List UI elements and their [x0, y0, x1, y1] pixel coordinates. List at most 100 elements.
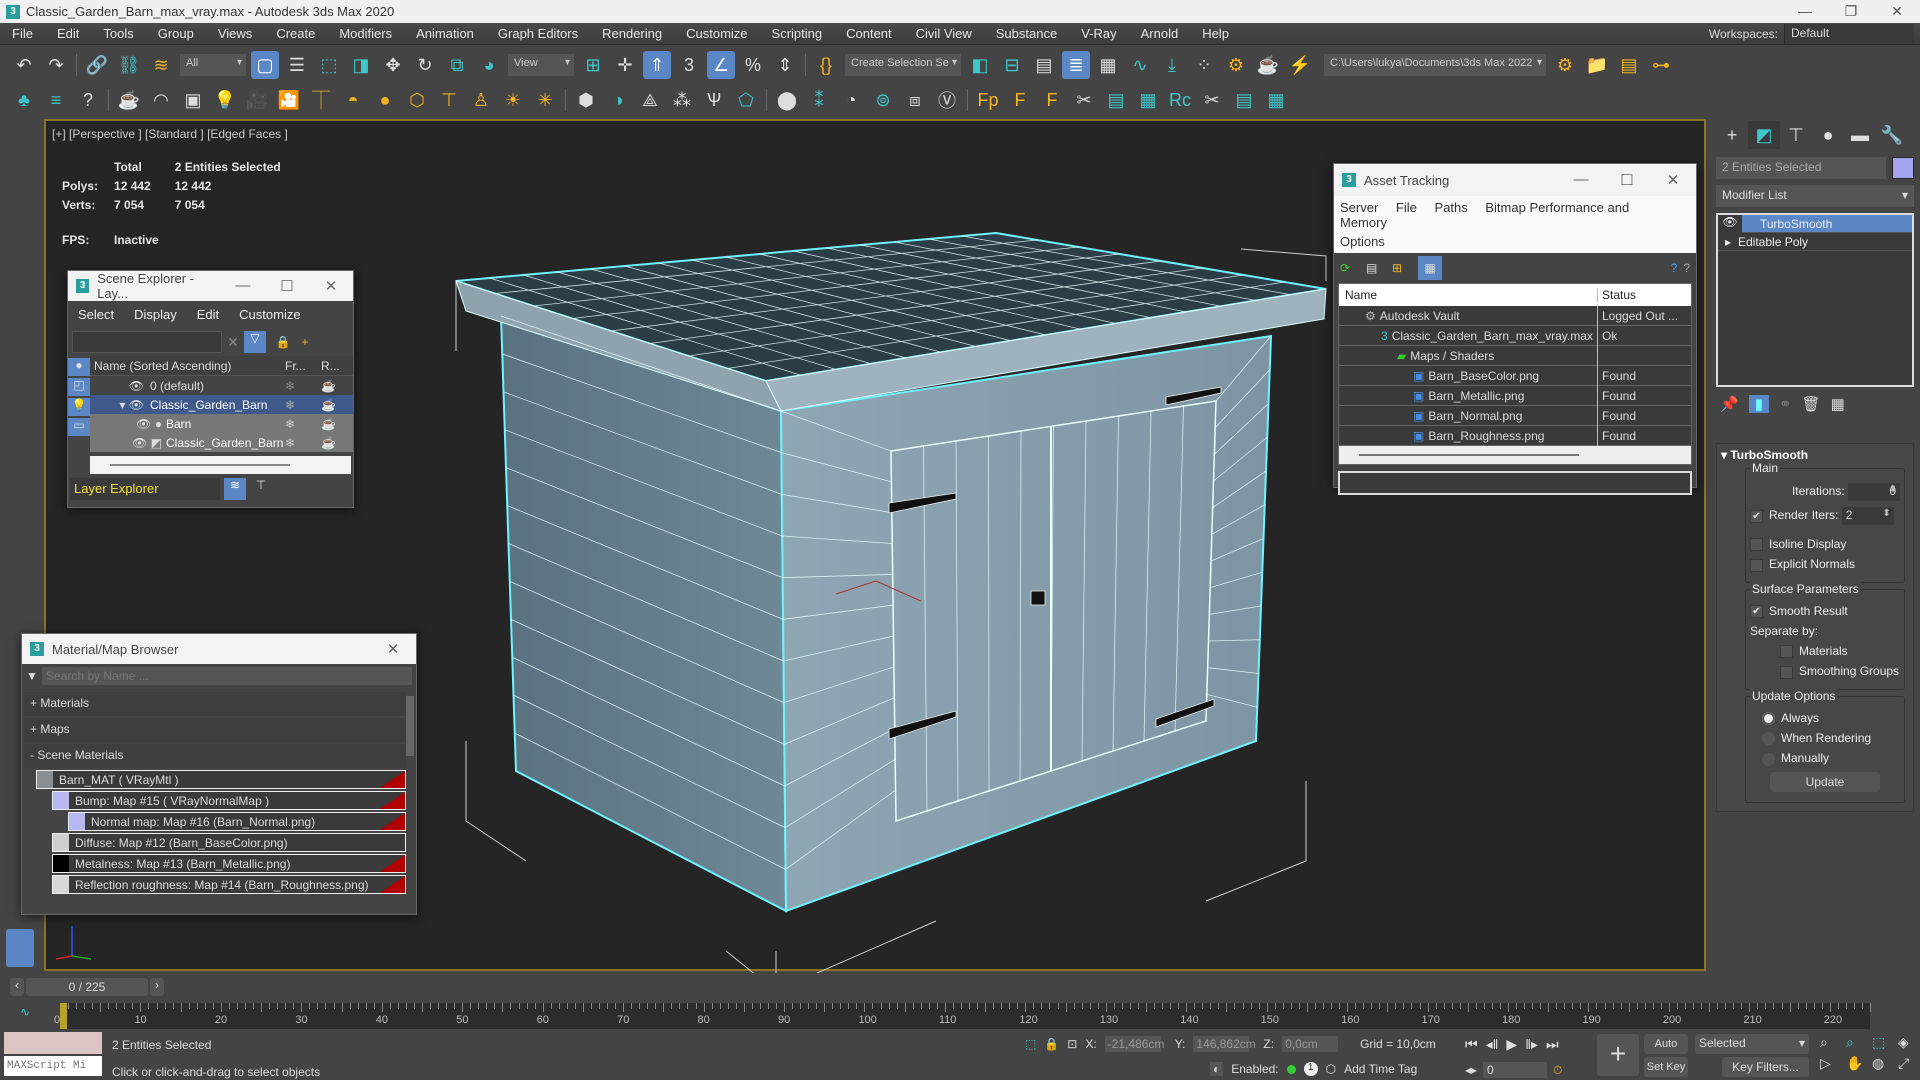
render-teapot-icon[interactable]: ☕ — [321, 436, 353, 450]
freeze-icon[interactable]: ❄ — [285, 436, 321, 450]
smoothing-groups-checkbox[interactable] — [1780, 665, 1793, 679]
edit-named-selection-icon[interactable]: {} — [812, 51, 840, 79]
forest-list-icon[interactable]: ▤ — [1102, 86, 1130, 114]
menu-vray[interactable]: V-Ray — [1069, 26, 1128, 41]
tree-view-icon[interactable]: ⊞ — [1392, 261, 1412, 275]
menu-content[interactable]: Content — [834, 26, 904, 41]
explorer-mode-dropdown[interactable]: Layer Explorer — [70, 478, 220, 500]
maximize-button[interactable]: ☐ — [265, 277, 309, 295]
lock-icon[interactable]: 🔒 — [272, 335, 294, 349]
link-icon[interactable]: 🔗 — [83, 51, 111, 79]
track-bar[interactable]: 0 10 20 30 40 50 60 70 80 90 100 110 120 130 140 150 160… — [54, 1003, 1871, 1029]
menu-substance[interactable]: Substance — [984, 26, 1069, 41]
menu-file[interactable]: File — [1396, 200, 1417, 215]
ref-coord-dropdown[interactable]: View — [508, 54, 574, 76]
project-folder-icon[interactable]: 📁 — [1583, 51, 1611, 79]
ribbon-icon[interactable]: ▦ — [1094, 51, 1122, 79]
menu-animation[interactable]: Animation — [404, 26, 486, 41]
tree-row[interactable]: 👁 ● Barn ❄ ☕ — [90, 414, 353, 433]
help-icon[interactable]: ? — [74, 86, 102, 114]
menu-customize[interactable]: Customize — [674, 26, 759, 41]
render-teapot-icon[interactable]: ☕ — [321, 398, 353, 412]
tree-row[interactable]: ▾ 👁 Classic_Garden_Barn ❄ ☕ — [90, 395, 353, 414]
railclone-list-icon[interactable]: ▤ — [1230, 86, 1258, 114]
modifier-list-dropdown[interactable]: Modifier List ▾ — [1716, 185, 1914, 207]
vray-ambient-light-icon[interactable]: ♙ — [467, 86, 495, 114]
toggle-scene-explorer-icon[interactable]: ▤ — [1030, 51, 1058, 79]
teapot-icon[interactable]: ☕ — [115, 86, 143, 114]
update-button[interactable]: Update — [1770, 771, 1880, 792]
menu-group[interactable]: Group — [146, 26, 206, 41]
zoom-extents-icon[interactable]: ⬚ — [1872, 1034, 1894, 1051]
vray-vrscene-icon[interactable]: ⧈ — [901, 86, 929, 114]
menu-edit[interactable]: Edit — [45, 26, 91, 41]
key-mode-dropdown[interactable]: Selected ▾ — [1695, 1034, 1809, 1054]
scale-icon[interactable]: ⧉ — [443, 51, 471, 79]
iterations-spinner[interactable]: 0 — [1848, 483, 1900, 501]
vray-plane-light-icon[interactable]: ⏉ — [307, 86, 335, 114]
vray-multi-sub-icon[interactable]: ⁑ — [805, 86, 833, 114]
rotate-icon[interactable]: ↻ — [411, 51, 439, 79]
workspace-dropdown[interactable]: Default — [1784, 24, 1914, 44]
menu-help[interactable]: Help — [1190, 26, 1241, 41]
object-color-swatch[interactable] — [1892, 157, 1914, 179]
mirror-icon[interactable]: ◧ — [966, 51, 994, 79]
schematic-view-icon[interactable]: ⁘ — [1190, 51, 1218, 79]
configure-sets-icon[interactable]: ▦ — [1831, 395, 1845, 413]
curve-editor-toggle-icon[interactable]: ∿ — [20, 1005, 30, 1019]
menu-civil-view[interactable]: Civil View — [904, 26, 984, 41]
isolate-selection-icon[interactable]: ⬚ — [1025, 1037, 1036, 1051]
pan-icon[interactable]: ✋ — [1846, 1055, 1868, 1072]
menu-file[interactable]: File — [0, 26, 45, 41]
render-iters-spinner[interactable]: 2 — [1841, 507, 1894, 525]
display-cameras-icon[interactable]: ▭ — [68, 418, 90, 436]
absolute-mode-icon[interactable]: ⊡ — [1067, 1037, 1077, 1051]
undo-icon[interactable]: ↶ — [10, 51, 38, 79]
horizontal-scrollbar[interactable] — [1339, 446, 1691, 464]
display-tab-icon[interactable]: ▬ — [1844, 121, 1876, 149]
next-key-icon[interactable]: ‖▸ — [1525, 1036, 1538, 1053]
add-layer-icon[interactable]: + — [294, 335, 316, 349]
visibility-icon[interactable]: 👁 ● — [90, 417, 162, 431]
vray-material-library-icon[interactable]: ⊚ — [869, 86, 897, 114]
smooth-result-checkbox[interactable]: ✔ — [1750, 604, 1763, 618]
pivot-center-icon[interactable]: ⊞ — [579, 51, 607, 79]
menu-modifiers[interactable]: Modifiers — [327, 26, 404, 41]
menu-paths[interactable]: Paths — [1435, 200, 1468, 215]
menu-bitmap-performance[interactable]: Bitmap Performance and Memory — [1340, 200, 1629, 230]
vray-logo-icon[interactable]: Ⓥ — [933, 86, 961, 114]
vray-dome-light-icon[interactable]: ◓ — [339, 86, 367, 114]
search-input[interactable] — [42, 667, 412, 685]
vray-sky-icon[interactable]: ✳ — [531, 86, 559, 114]
x-coordinate-field[interactable]: -21,486cm — [1104, 1036, 1164, 1052]
explicit-normals-checkbox[interactable] — [1750, 558, 1763, 572]
name-column-header[interactable]: Name (Sorted Ascending) — [90, 359, 285, 373]
material-item[interactable]: Metalness: Map #13 (Barn_Metallic.png) — [52, 854, 406, 873]
window-crossing-icon[interactable]: ◨ — [347, 51, 375, 79]
forest-grid-icon[interactable]: ▦ — [1134, 86, 1162, 114]
close-button[interactable]: ✕ — [309, 277, 353, 295]
menu-display[interactable]: Display — [124, 307, 187, 322]
manually-radio[interactable] — [1762, 752, 1775, 766]
menu-views[interactable]: Views — [206, 26, 264, 41]
help-web-icon[interactable]: ? — [1671, 261, 1678, 275]
pin-stack-icon[interactable]: 📌 — [1720, 395, 1739, 413]
maxscript-listener-mini[interactable] — [4, 1032, 102, 1054]
display-lights-icon[interactable]: 💡 — [68, 398, 90, 416]
table-view-icon[interactable]: ▦ — [1418, 256, 1442, 280]
material-item[interactable]: Barn_MAT ( VRayMtl ) — [36, 770, 406, 789]
visibility-icon[interactable]: 👁 ◩ — [90, 436, 162, 450]
render-iters-checkbox[interactable]: ✔ — [1750, 509, 1763, 523]
railclone-grid-icon[interactable]: ▦ — [1262, 86, 1290, 114]
menu-graph-editors[interactable]: Graph Editors — [486, 26, 590, 41]
curve-editor-icon[interactable]: ∿ — [1126, 51, 1154, 79]
time-tag-icon[interactable]: ⬡ — [1326, 1062, 1336, 1076]
zoom-icon[interactable]: ⌕ — [1820, 1034, 1842, 1051]
create-tab-icon[interactable]: + — [1716, 121, 1748, 149]
select-by-name-icon[interactable]: ☰ — [283, 51, 311, 79]
vray-material-icon[interactable]: ⬤ — [773, 86, 801, 114]
remove-modifier-icon[interactable]: 🗑 — [1802, 395, 1821, 413]
isoline-display-checkbox[interactable] — [1750, 538, 1763, 552]
vray-instancer-icon[interactable]: ⁂ — [668, 86, 696, 114]
clear-search-icon[interactable]: ✕ — [222, 334, 244, 351]
